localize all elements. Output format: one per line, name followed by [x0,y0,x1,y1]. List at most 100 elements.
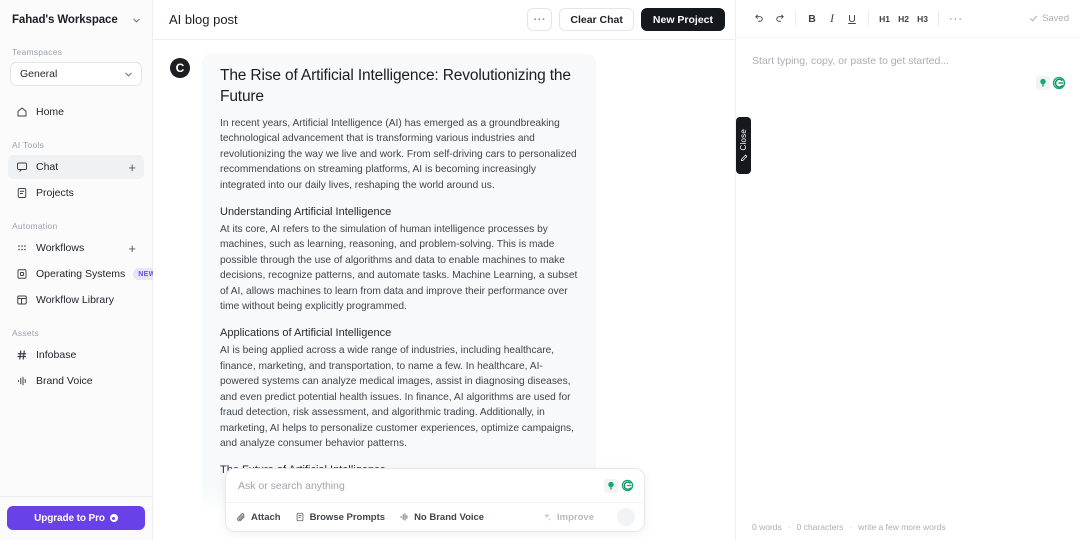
heading-3-button[interactable]: H3 [913,9,932,29]
lightbulb-icon[interactable] [1036,76,1050,90]
attach-button[interactable]: Attach [236,512,281,523]
brand-voice-selector[interactable]: No Brand Voice [399,512,484,523]
top-bar: AI blog post ··· Clear Chat New Project [153,0,735,40]
teamspace-select[interactable]: General [10,62,142,86]
heading-1-button[interactable]: H1 [875,9,894,29]
message-paragraph-1: At its core, AI refers to the simulation… [220,224,578,313]
close-editor-tab[interactable]: Close [736,117,751,174]
sidebar-item-label-projects: Projects [36,187,74,199]
group-automation: Automation Workflows + Operating Systems… [0,221,161,314]
chevron-down-icon [123,69,134,80]
grammarly-icon[interactable] [1052,76,1066,90]
top-bar-actions: ··· Clear Chat New Project [527,8,725,31]
word-count: 0 words [752,522,782,532]
teamspaces-section: Teamspaces General [0,40,152,86]
more-options-button[interactable]: ··· [527,8,553,31]
close-editor-label: Close [739,129,748,151]
browse-prompts-button[interactable]: Browse Prompts [295,511,386,523]
sidebar-item-workflow-library[interactable]: Workflow Library [8,288,144,312]
new-project-button[interactable]: New Project [640,8,725,31]
sidebar-item-label-workflows: Workflows [36,242,85,254]
sidebar-item-projects[interactable]: Projects [8,181,144,205]
browse-prompts-label: Browse Prompts [309,511,386,523]
chat-bubble-icon [15,161,28,174]
editor-status-bar: 0 words · 0 characters · write a few mor… [736,514,1080,540]
chevron-down-icon [131,15,142,26]
library-layout-icon [15,294,28,307]
message-heading-2: Applications of Artificial Intelligence [220,327,392,340]
sidebar-item-label-brand-voice: Brand Voice [36,375,93,387]
workspace-switcher[interactable]: Fahad's Workspace [0,0,152,40]
undo-icon[interactable] [749,9,769,29]
message-paragraph-2: AI is being applied across a wide range … [220,345,574,449]
redo-icon[interactable] [769,9,789,29]
app-root: Fahad's Workspace Teamspaces General Hom… [0,0,1080,540]
composer-wrapper: Ask or search anything Attach Browse Pro… [153,468,735,532]
composer-toolbar: Attach Browse Prompts No Brand Voice Imp… [226,502,644,531]
message-title: The Rise of Artificial Intelligence: Rev… [220,67,571,105]
composer: Ask or search anything Attach Browse Pro… [225,468,645,532]
group-label-ai-tools: AI Tools [12,140,45,150]
sidebar-item-chat[interactable]: Chat + [8,155,144,179]
editor-pane: Close B I U H1 H2 H3 ··· Saved Start typ… [735,0,1080,540]
toolbar-divider [795,11,796,26]
improve-button[interactable]: Improve [542,512,594,523]
document-icon [295,512,305,522]
composer-input[interactable]: Ask or search anything [238,480,345,492]
toolbar-divider [938,11,939,26]
home-group: Home [0,100,152,126]
pencil-icon [740,154,748,162]
bold-button[interactable]: B [802,9,822,29]
sidebar-item-home[interactable]: Home [8,100,144,124]
sidebar-item-operating-systems[interactable]: Operating Systems NEW [8,262,161,286]
sidebar-item-label-workflow-library: Workflow Library [36,294,114,306]
sidebar-item-brand-voice[interactable]: Brand Voice [8,369,144,393]
document-icon [15,187,28,200]
brand-voice-label: No Brand Voice [414,511,485,523]
sidebar-item-workflows[interactable]: Workflows + [8,236,144,260]
teamspace-selected-value: General [20,68,58,80]
chat-scroll-area[interactable]: C The Rise of Artificial Intelligence: R… [153,40,735,540]
group-label-automation: Automation [12,221,58,231]
heading-2-button[interactable]: H2 [894,9,913,29]
upgrade-to-pro-button[interactable]: Upgrade to Pro [7,506,145,530]
page-title: AI blog post [169,12,238,27]
clear-chat-button[interactable]: Clear Chat [559,8,634,31]
workflows-grid-icon [15,242,28,255]
group-ai-tools: AI Tools Chat + Projects [0,140,152,207]
underline-button[interactable]: U [842,9,862,29]
paperclip-icon [236,512,246,522]
upgrade-label: Upgrade to Pro [34,512,105,524]
toolbar-divider [868,11,869,26]
attach-label: Attach [251,511,281,523]
editor-assist-icons [1036,76,1066,90]
new-chat-plus-icon[interactable]: + [128,161,137,174]
operating-systems-icon [15,268,28,281]
status-separator: · [849,522,853,532]
message-heading-1: Understanding Artificial Intelligence [220,206,392,219]
sidebar-item-infobase[interactable]: Infobase [8,343,144,367]
sidebar-item-label-home: Home [36,106,65,118]
group-assets: Assets Infobase Brand Voice [0,328,152,395]
saved-status: Saved [1029,13,1069,24]
lightbulb-icon[interactable] [604,478,618,493]
send-button[interactable] [617,508,635,526]
sidebar-item-label-operating-systems: Operating Systems [36,268,126,280]
editor-placeholder[interactable]: Start typing, copy, or paste to get star… [752,55,1064,67]
workspace-name: Fahad's Workspace [12,14,118,26]
italic-button[interactable]: I [822,9,842,29]
check-icon [1029,14,1038,23]
grammarly-icon[interactable] [620,479,634,493]
new-workflow-plus-icon[interactable]: + [128,242,137,255]
waveform-icon [399,512,409,522]
composer-input-row[interactable]: Ask or search anything [226,469,644,502]
editor-more-button[interactable]: ··· [945,13,967,25]
character-count: 0 characters [796,522,844,532]
teamspaces-label: Teamspaces [12,47,63,57]
composer-assist-icons [604,478,634,493]
editor-toolbar: B I U H1 H2 H3 ··· Saved [736,0,1080,38]
editor-body[interactable]: Start typing, copy, or paste to get star… [736,38,1080,514]
sidebar-item-label-infobase: Infobase [36,349,77,361]
hash-icon [15,349,28,362]
waveform-icon [15,375,28,388]
